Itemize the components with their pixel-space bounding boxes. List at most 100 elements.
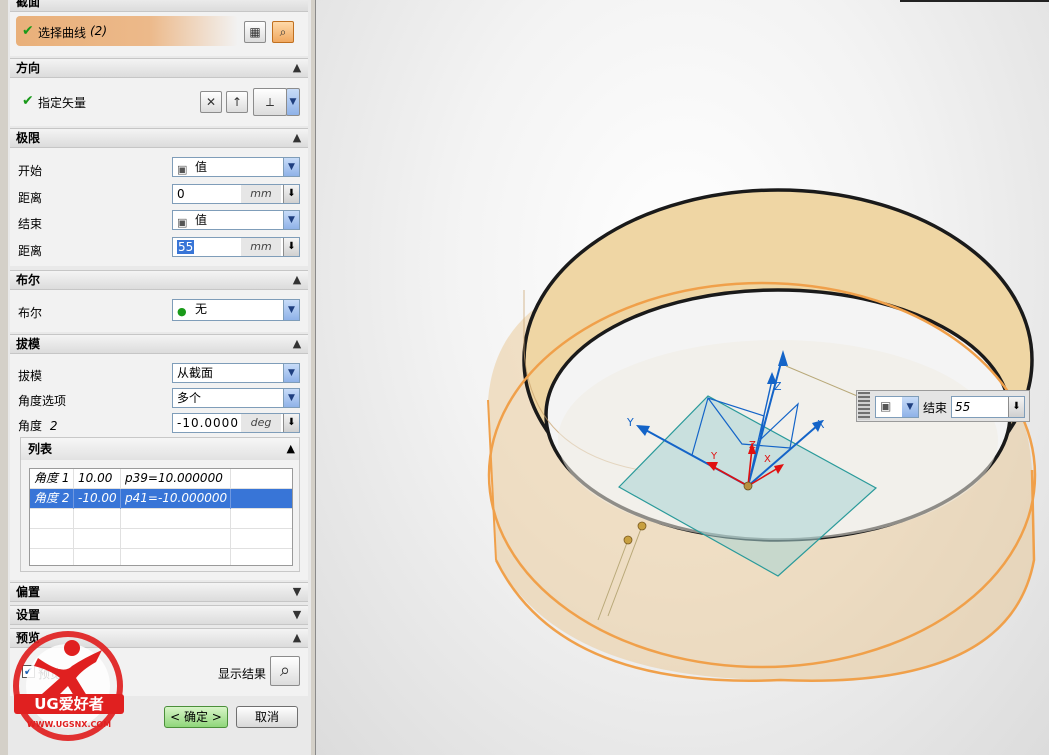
section-title: 极限 — [16, 131, 41, 145]
end-distance-value: 55 — [955, 400, 971, 414]
chevron-down-icon[interactable]: ▼ — [283, 364, 299, 382]
chevron-down-icon[interactable]: ▼ — [283, 211, 299, 229]
vector-dialog-icon[interactable]: ↑ — [226, 91, 248, 113]
section-header-limits[interactable]: 极限 ▲ — [10, 128, 308, 148]
angle-value: -10.0000 — [177, 416, 239, 430]
show-result-label: 显示结果 — [218, 667, 267, 681]
section-header-direction[interactable]: 方向 ▲ — [10, 58, 308, 78]
chevron-down-icon[interactable]: ▼ — [283, 300, 299, 320]
start-distance-value: 0 — [177, 187, 185, 201]
section-title: 方向 — [16, 61, 41, 75]
start-label: 开始 — [18, 164, 43, 178]
cube-icon: ▣ — [177, 216, 188, 229]
unit-label: deg — [241, 414, 281, 432]
draft-select[interactable]: 从截面 ▼ — [172, 363, 300, 383]
chevron-down-icon[interactable]: ▼ — [283, 158, 299, 176]
end-distance-input[interactable]: 55 mm ⬇ — [172, 237, 300, 257]
arrow-down-icon[interactable]: ⬇ — [283, 185, 299, 203]
vector-type-dropdown[interactable]: ▼ — [286, 88, 300, 116]
chevron-down-icon[interactable]: ▼ — [288, 584, 306, 600]
logo-url: WWW.UGSNX.COM — [27, 720, 111, 729]
section-title: 截面 — [16, 0, 41, 9]
boolean-select[interactable]: ● 无 ▼ — [172, 299, 300, 321]
boolean-value: 无 — [195, 302, 208, 316]
list-title: 列表 — [28, 442, 53, 456]
ugsnx-watermark-logo: UG爱好者 WWW.UGSNX.COM — [8, 628, 132, 746]
show-result-magnifier-icon[interactable]: ⌕ — [270, 656, 300, 686]
chevron-up-icon[interactable]: ▲ — [288, 336, 306, 352]
end-value: 值 — [195, 213, 208, 227]
chevron-down-icon[interactable]: ▼ — [288, 607, 306, 623]
section-header-offset[interactable]: 偏置 ▼ — [10, 582, 308, 602]
chevron-up-icon[interactable]: ▲ — [288, 130, 306, 146]
sketch-section-icon[interactable]: ▦ — [244, 21, 266, 43]
arrow-down-icon[interactable]: ⬇ — [283, 414, 299, 432]
end-type-select[interactable]: ▣ ▼ — [875, 396, 919, 418]
arrow-down-icon[interactable]: ⬇ — [283, 238, 299, 256]
extrude-preview-scene: Z Y X Z Y X — [487, 0, 1049, 682]
unit-label: mm — [241, 238, 281, 256]
section-title: 偏置 — [16, 585, 41, 599]
angle-index: 2 — [49, 419, 58, 433]
chevron-down-icon[interactable]: ▼ — [283, 389, 299, 407]
angle-input[interactable]: -10.0000 deg ⬇ — [172, 413, 300, 433]
select-curve-count: (2) — [90, 24, 107, 38]
check-icon: ✔ — [22, 93, 34, 109]
angle-list-header[interactable]: 列表 ▲ — [21, 438, 299, 460]
axis-label-z: Z — [774, 380, 782, 393]
end-type-select[interactable]: ▣ 值 ▼ — [172, 210, 300, 230]
angle-label: 角度 2 — [18, 417, 57, 434]
angle-list-group: 列表 ▲ 角度 1 10.00 p39=10.000000 角度 2 -10.0… — [20, 437, 300, 572]
angle-label-text: 角度 — [18, 419, 43, 433]
axis-label-x-small: X — [764, 454, 771, 465]
reverse-direction-icon[interactable]: ✕ — [200, 91, 222, 113]
start-distance-label: 距离 — [18, 191, 43, 205]
table-row-selected[interactable]: 角度 2 -10.00 p41=-10.000000 — [30, 489, 292, 509]
chevron-up-icon[interactable]: ▲ — [287, 438, 295, 460]
cube-icon: ▣ — [177, 163, 188, 176]
vector-type-icon[interactable]: ⟂ — [253, 88, 287, 116]
check-icon: ✔ — [22, 23, 34, 39]
section-direction-body: ✔ 指定矢量 ✕ ↑ ⟂ ▼ — [10, 78, 308, 126]
arrow-down-icon[interactable]: ⬇ — [1008, 397, 1024, 417]
chevron-up-icon[interactable]: ▲ — [288, 272, 306, 288]
end-label: 结束 — [923, 401, 948, 415]
ok-button[interactable]: < 确定 > — [164, 706, 228, 728]
section-header-boolean[interactable]: 布尔 ▲ — [10, 270, 308, 290]
axis-label-x: X — [817, 418, 825, 431]
end-label: 结束 — [18, 217, 43, 231]
chevron-up-icon[interactable]: ▲ — [288, 60, 306, 76]
cancel-button[interactable]: 取消 — [236, 706, 298, 728]
table-row[interactable]: 角度 1 10.00 p39=10.000000 — [30, 469, 292, 489]
extrude-dialog: 截面 ✔ 选择曲线 (2) ▦ ⌕ 方向 ▲ ✔ 指定矢量 ✕ ↑ ⟂ ▼ 极限… — [0, 0, 316, 755]
row-empty — [231, 469, 292, 489]
select-curve-label: 选择曲线 — [38, 26, 87, 40]
cube-icon: ▣ — [880, 399, 892, 413]
axis-label-z-small: Z — [749, 440, 756, 451]
table-row-empty — [30, 529, 292, 549]
start-distance-input[interactable]: 0 mm ⬇ — [172, 184, 300, 204]
row-name: 角度 1 — [30, 469, 74, 489]
section-header-draft[interactable]: 拔模 ▲ — [10, 334, 308, 354]
angle-option-label: 角度选项 — [18, 394, 67, 408]
table-row-empty — [30, 509, 292, 529]
angle-option-select[interactable]: 多个 ▼ — [172, 388, 300, 408]
start-type-select[interactable]: ▣ 值 ▼ — [172, 157, 300, 177]
end-distance-value: 55 — [177, 240, 195, 254]
section-header-settings[interactable]: 设置 ▼ — [10, 605, 308, 625]
vector-label: 指定矢量 — [38, 96, 87, 110]
boolean-label: 布尔 — [18, 306, 43, 320]
angle-list-table[interactable]: 角度 1 10.00 p39=10.000000 角度 2 -10.00 p41… — [29, 468, 293, 566]
graphics-viewport[interactable]: Z Y X Z Y X — [316, 0, 1049, 755]
axis-label-y-small: Y — [710, 451, 718, 462]
chevron-down-icon[interactable]: ▼ — [902, 397, 918, 417]
drag-handle-grip[interactable] — [858, 392, 870, 420]
row-value: -10.00 — [74, 489, 121, 509]
end-distance-input[interactable]: 55 ⬇ — [951, 396, 1025, 418]
on-screen-end-input: ▣ ▼ 结束 55 ⬇ — [856, 390, 1030, 422]
chevron-up-icon[interactable]: ▲ — [288, 630, 306, 646]
curve-select-icon[interactable]: ⌕ — [272, 21, 294, 43]
section-header-section[interactable]: 截面 — [10, 0, 308, 12]
row-expr: p41=-10.000000 — [121, 489, 231, 509]
section-title: 拔模 — [16, 337, 41, 351]
